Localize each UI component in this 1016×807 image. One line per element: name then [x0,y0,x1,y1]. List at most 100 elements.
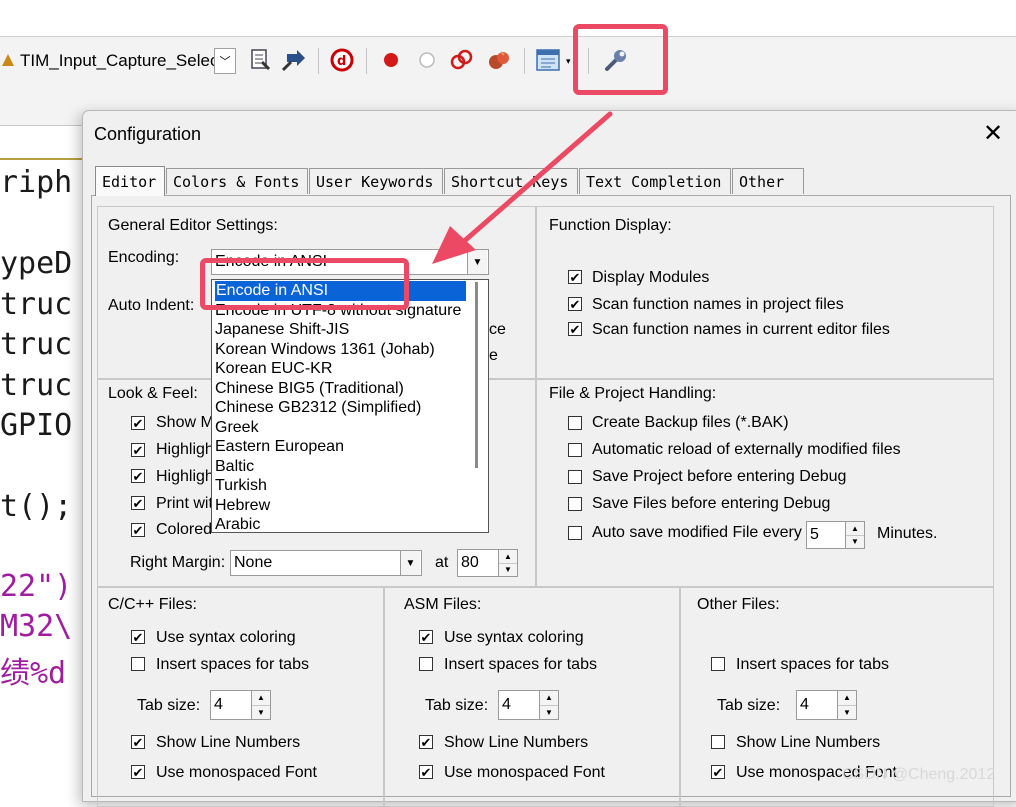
c-tab-size-input[interactable]: 4 [210,690,252,720]
auto-save-minutes-input[interactable]: 5 [806,521,846,549]
save-project-checkbox[interactable] [568,470,582,484]
breakpoint-disabled-icon[interactable] [413,46,441,74]
c-line-numbers-checkbox[interactable]: ✔ [131,735,145,749]
checkbox-label: Colored [156,521,213,538]
auto-save-spinner[interactable]: ▲ ▼ [845,521,865,549]
other-monospaced-checkbox[interactable]: ✔ [711,765,725,779]
toolbar-separator [318,48,319,74]
code-line: 22") [0,569,73,604]
checkbox-label: Use monospaced Font [156,764,317,781]
checkbox-label: Highligh [156,441,214,458]
breakpoint-icon[interactable] [377,46,405,74]
c-syntax-coloring-checkbox[interactable]: ✔ [131,630,145,644]
save-files-checkbox[interactable] [568,497,582,511]
create-backup-checkbox[interactable] [568,416,582,430]
tab-editor[interactable]: Editor [95,166,165,196]
encoding-option[interactable]: Eastern European [215,437,344,457]
look-feel-checkbox[interactable]: ✔ [131,416,145,430]
chevron-down-icon[interactable]: ▾ [566,56,571,67]
checkbox-label: Insert spaces for tabs [156,656,309,673]
asm-monospaced-checkbox[interactable]: ✔ [419,765,433,779]
at-label: at [435,554,449,571]
checkbox-label: Save Project before entering Debug [592,468,847,485]
code-line: t(); [0,489,73,524]
hidden-text: ce [489,321,506,338]
highlight-box [200,258,409,310]
dropdown-scrollbar-thumb[interactable] [475,282,478,468]
c-tab-size-spinner[interactable]: ▲ ▼ [251,690,271,720]
encoding-option[interactable]: Chinese GB2312 (Simplified) [215,398,421,418]
checkbox-label: Show Line Numbers [736,734,881,751]
encoding-option[interactable]: Chinese BIG5 (Traditional) [215,379,404,399]
tab-colors-fonts[interactable]: Colors & Fonts [166,168,308,194]
encoding-dropdown-list[interactable]: Encode in ANSI Encode in UTF-8 without s… [211,279,489,533]
encoding-option[interactable]: Korean Windows 1361 (Johab) [215,340,435,360]
asm-tab-size-input[interactable]: 4 [498,690,540,720]
auto-reload-checkbox[interactable] [568,443,582,457]
checkbox-label: Auto save modified File every [592,524,802,541]
encoding-option[interactable]: Arabic [215,515,260,532]
auto-save-checkbox[interactable] [568,526,582,540]
tab-label: Other [739,172,785,191]
right-margin-value: None [234,554,273,571]
encoding-option[interactable]: Greek [215,418,259,438]
look-feel-checkbox[interactable]: ✔ [131,469,145,483]
target-select[interactable]: TIM_Input_Capture_Selec ﹀ [20,48,236,74]
display-modules-checkbox[interactable]: ✔ [568,270,582,284]
other-line-numbers-checkbox[interactable] [711,735,725,749]
toolbar-separator [524,48,525,74]
dialog-title: Configuration [94,124,202,144]
download-icon[interactable] [280,46,308,74]
asm-syntax-coloring-checkbox[interactable]: ✔ [419,630,433,644]
encoding-option[interactable]: Hebrew [215,496,270,516]
asm-line-numbers-checkbox[interactable]: ✔ [419,735,433,749]
look-feel-checkbox[interactable]: ✔ [131,443,145,457]
code-line: truc [0,327,73,362]
scan-editor-files-checkbox[interactable]: ✔ [568,322,582,336]
code-line: 绩%d [0,656,67,691]
code-line: M32\ [0,609,73,644]
right-margin-spinner[interactable]: ▲ ▼ [498,549,518,577]
c-insert-spaces-checkbox[interactable] [131,657,145,671]
build-icon[interactable] [246,46,274,74]
other-tab-size-input[interactable]: 4 [796,690,838,720]
editor-separator [0,158,82,160]
checkbox-label: Automatic reload of externally modified … [592,441,901,458]
encoding-option[interactable]: Baltic [215,457,254,477]
tab-label: Colors & Fonts [173,172,300,191]
kill-breakpoints-icon[interactable] [448,46,476,74]
look-feel-checkbox[interactable]: ✔ [131,523,145,537]
right-margin-column-input[interactable]: 80 [457,549,499,577]
group-title: Look & Feel: [108,385,198,402]
checkbox-label: Display Modules [592,269,710,286]
tab-other[interactable]: Other [732,168,804,194]
disable-breakpoints-icon[interactable] [485,46,513,74]
watermark: CSDN @Cheng.2012 [842,766,996,783]
encoding-option[interactable]: Japanese Shift-JIS [215,320,349,340]
c-monospaced-checkbox[interactable]: ✔ [131,765,145,779]
minutes-label: Minutes. [877,525,938,542]
scan-project-files-checkbox[interactable]: ✔ [568,297,582,311]
auto-save-minutes-value: 5 [810,526,819,543]
other-insert-spaces-checkbox[interactable] [711,657,725,671]
right-margin-select[interactable]: None [230,550,422,576]
checkbox-label: Insert spaces for tabs [736,656,889,673]
tab-size-value: 4 [214,696,223,713]
toolbar-separator [366,48,367,74]
encoding-option[interactable]: Korean EUC-KR [215,359,332,379]
close-icon[interactable]: ✕ [980,120,1006,147]
checkbox-label: Show Line Numbers [444,734,589,751]
code-line: riph [0,165,73,200]
asm-tab-size-spinner[interactable]: ▲ ▼ [539,690,559,720]
code-editor[interactable] [0,125,90,796]
chevron-down-icon[interactable]: ﹀ [214,48,236,74]
debug-icon[interactable]: d [328,46,356,74]
chevron-down-icon[interactable]: ▼ [400,551,420,575]
other-tab-size-spinner[interactable]: ▲ ▼ [837,690,857,720]
hidden-text: e [489,347,498,364]
encoding-option[interactable]: Turkish [215,476,267,496]
asm-insert-spaces-checkbox[interactable] [419,657,433,671]
look-feel-checkbox[interactable]: ✔ [131,496,145,510]
window-layout-icon[interactable] [534,46,562,74]
checkbox-label: Highligh [156,468,214,485]
